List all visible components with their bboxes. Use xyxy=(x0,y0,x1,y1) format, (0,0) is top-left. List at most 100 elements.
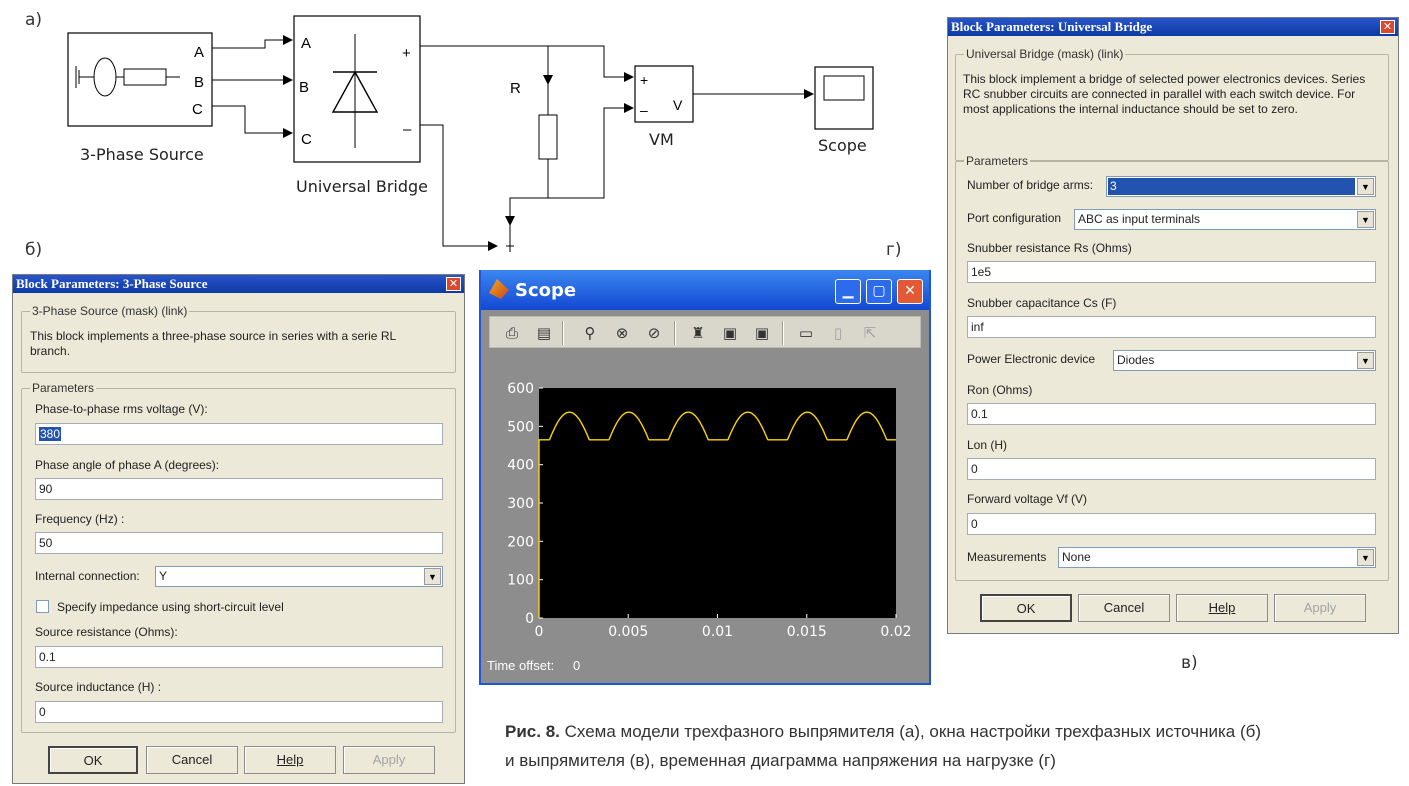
scope-plot: 0 100 200 300 400 500 600 0 0.005 0.01 0.015 0.02 xyxy=(507,381,911,640)
x-tick-label: 0.005 xyxy=(608,624,648,640)
bridge-port-a: A xyxy=(301,35,311,52)
chevron-down-icon[interactable]: ▼ xyxy=(424,568,441,585)
bridge-mask-group: Universal Bridge (mask) (link) This bloc… xyxy=(955,47,1389,161)
close-icon[interactable]: ✕ xyxy=(446,277,461,291)
source-port-a: A xyxy=(194,44,204,61)
vf-label: Forward voltage Vf (V) xyxy=(967,492,1088,506)
caption-text-1: Схема модели трехфазного выпрямителя (а)… xyxy=(564,722,1262,741)
bridge-dialog: Block Parameters: Universal Bridge ✕ Uni… xyxy=(947,17,1399,634)
ok-button[interactable]: OK xyxy=(980,594,1072,622)
source-mask-group: 3-Phase Source (mask) (link) This block … xyxy=(21,304,456,373)
freq-label: Frequency (Hz) : xyxy=(35,512,125,526)
impedance-checkbox[interactable] xyxy=(36,600,49,613)
x-tick-label: 0 xyxy=(535,624,544,640)
y-tick-label: 400 xyxy=(507,458,534,474)
ron-label: Ron (Ohms) xyxy=(967,383,1033,397)
bridge-params-title: Parameters xyxy=(964,154,1031,168)
source-dialog: Block Parameters: 3-Phase Source ✕ 3-Pha… xyxy=(12,274,465,784)
meas-value: None xyxy=(1062,550,1091,564)
device-label: Power Electronic device xyxy=(967,352,1096,366)
time-offset-label: Time offset: xyxy=(487,658,555,673)
rs-input[interactable]: 1e5 xyxy=(967,261,1376,283)
plot-area xyxy=(539,388,896,618)
chevron-down-icon[interactable]: ▼ xyxy=(1357,549,1374,566)
bridge-label: Universal Bridge xyxy=(296,177,428,196)
source-params-title: Parameters xyxy=(30,381,97,395)
source-port-b: B xyxy=(194,74,204,91)
universal-bridge-block[interactable] xyxy=(293,15,421,163)
time-offset-value: 0 xyxy=(573,658,581,673)
ron-input[interactable]: 0.1 xyxy=(967,403,1376,425)
bridge-plus: + xyxy=(402,45,411,62)
port-label: Port configuration xyxy=(967,211,1062,225)
caption-line-1: Рис. 8. Схема модели трехфазного выпрями… xyxy=(505,717,1261,746)
bridge-port-c: C xyxy=(301,131,312,148)
ind-label: Source inductance (H) : xyxy=(35,680,162,694)
port-select[interactable]: ABC as input terminals ▼ xyxy=(1074,209,1376,230)
vm-out: V xyxy=(673,97,683,113)
res-label: Source resistance (Ohms): xyxy=(35,625,178,639)
y-tick-label: 600 xyxy=(507,381,534,397)
x-tick-label: 0.01 xyxy=(702,624,733,640)
source-description: This block implements a three-phase sour… xyxy=(30,329,396,358)
freq-input[interactable]: 50 xyxy=(35,532,443,554)
vm-plus: + xyxy=(640,72,648,88)
lon-input[interactable]: 0 xyxy=(967,458,1376,480)
y-tick-label: 300 xyxy=(507,496,534,512)
chevron-down-icon[interactable]: ▼ xyxy=(1357,211,1374,228)
bridge-minus: – xyxy=(403,121,412,138)
bridge-dialog-titlebar: Block Parameters: Universal Bridge ✕ xyxy=(948,18,1398,36)
close-icon[interactable]: ✕ xyxy=(1380,20,1395,34)
help-button[interactable]: Help xyxy=(1176,594,1268,622)
x-tick-label: 0.015 xyxy=(787,624,827,640)
port-value: ABC as input terminals xyxy=(1078,212,1201,226)
device-select[interactable]: Diodes ▼ xyxy=(1113,350,1376,371)
arms-value: 3 xyxy=(1108,178,1355,195)
source-mask-title: 3-Phase Source (mask) (link) xyxy=(30,304,190,318)
bridge-description: This block implement a bridge of selecte… xyxy=(963,72,1366,116)
arms-label: Number of bridge arms: xyxy=(967,178,1094,192)
source-port-c: C xyxy=(192,101,203,118)
device-value: Diodes xyxy=(1117,353,1155,367)
conn-select[interactable]: Y ▼ xyxy=(155,566,443,587)
cs-input[interactable]: inf xyxy=(967,316,1376,338)
conn-label: Internal connection: xyxy=(35,569,140,583)
rs-label: Snubber resistance Rs (Ohms) xyxy=(967,241,1132,255)
angle-label: Phase angle of phase A (degrees): xyxy=(35,458,220,472)
y-tick-label: 500 xyxy=(507,419,534,435)
simulink-diagram: A B C 3-Phase Source A B C + – Universal… xyxy=(67,15,874,252)
apply-button[interactable]: Apply xyxy=(1274,594,1366,622)
resistor-label: R xyxy=(510,80,521,97)
arms-select[interactable]: 3 ▼ xyxy=(1106,176,1376,197)
impedance-label: Specify impedance using short-circuit le… xyxy=(57,600,284,614)
bridge-port-b: B xyxy=(299,79,309,96)
meas-label: Measurements xyxy=(967,550,1047,564)
voltage-value: 380 xyxy=(39,427,62,441)
res-input[interactable]: 0.1 xyxy=(35,646,443,668)
scope-label: Scope xyxy=(818,136,867,155)
ok-button[interactable]: OK xyxy=(48,746,138,774)
x-tick-label: 0.02 xyxy=(880,624,911,640)
lon-label: Lon (H) xyxy=(967,438,1008,452)
chevron-down-icon[interactable]: ▼ xyxy=(1357,352,1374,369)
ind-input[interactable]: 0 xyxy=(35,701,443,723)
voltage-input[interactable]: 380 xyxy=(35,423,443,445)
caption-figure-number: Рис. 8. xyxy=(505,722,560,741)
three-phase-source-block[interactable] xyxy=(67,32,213,127)
source-dialog-title: Block Parameters: 3-Phase Source xyxy=(16,276,208,291)
meas-select[interactable]: None ▼ xyxy=(1058,547,1376,568)
cancel-button[interactable]: Cancel xyxy=(146,746,238,774)
cancel-button[interactable]: Cancel xyxy=(1078,594,1170,622)
source-dialog-titlebar: Block Parameters: 3-Phase Source ✕ xyxy=(13,275,464,293)
vf-input[interactable]: 0 xyxy=(967,513,1376,535)
resistor-r[interactable] xyxy=(538,114,558,160)
chevron-down-icon[interactable]: ▼ xyxy=(1357,178,1374,195)
apply-button[interactable]: Apply xyxy=(343,746,435,774)
help-button[interactable]: Help xyxy=(244,746,336,774)
angle-input[interactable]: 90 xyxy=(35,478,443,500)
conn-value: Y xyxy=(159,569,168,583)
bridge-mask-title: Universal Bridge (mask) (link) xyxy=(964,47,1126,61)
y-tick-label: 0 xyxy=(525,611,534,627)
figure-caption: Рис. 8. Схема модели трехфазного выпрями… xyxy=(505,717,1261,775)
scope-block[interactable] xyxy=(814,66,874,130)
